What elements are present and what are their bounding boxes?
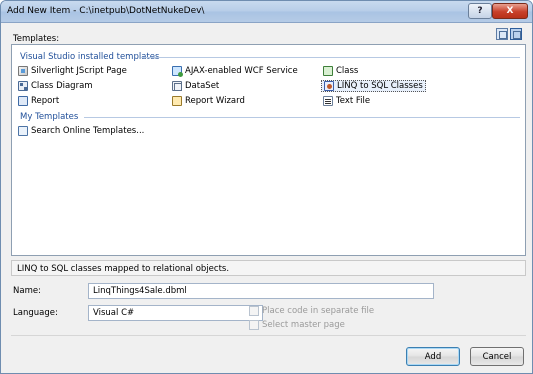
wcf-service-icon xyxy=(172,66,183,77)
help-button[interactable]: ? xyxy=(468,3,492,19)
add-new-item-dialog: Add New Item - C:\inetpub\DotNetNukeDev\… xyxy=(0,0,533,374)
template-label: Report xyxy=(31,96,60,106)
name-field[interactable]: LinqThings4Sale.dbml xyxy=(88,283,434,299)
jscript-page-icon xyxy=(18,66,28,76)
place-code-label: Place code in separate file xyxy=(262,306,375,316)
templates-label: Templates: xyxy=(13,34,60,44)
checkbox-box[interactable] xyxy=(249,306,259,316)
template-linq-to-sql-classes[interactable]: LINQ to SQL Classes xyxy=(321,80,426,92)
window-title: Add New Item - C:\inetpub\DotNetNukeDev\ xyxy=(7,6,205,16)
report-wizard-icon xyxy=(172,96,182,106)
select-master-page-checkbox[interactable]: Select master page xyxy=(249,320,345,330)
view-toggle xyxy=(496,28,522,40)
template-class[interactable]: Class xyxy=(321,65,360,77)
report-icon xyxy=(18,96,28,106)
text-file-icon xyxy=(323,96,333,106)
my-templates-header: My Templates xyxy=(20,112,79,122)
template-report-wizard[interactable]: Report Wizard xyxy=(170,95,247,107)
template-label: Search Online Templates... xyxy=(31,126,145,136)
template-label: Silverlight JScript Page xyxy=(31,66,127,76)
template-label: LINQ to SQL Classes xyxy=(337,81,423,91)
small-icons-view-icon[interactable] xyxy=(510,28,522,40)
template-label: AJAX-enabled WCF Service xyxy=(185,66,298,76)
language-value: Visual C# xyxy=(93,308,135,318)
place-code-checkbox[interactable]: Place code in separate file xyxy=(249,306,374,316)
template-label: Text File xyxy=(336,96,371,106)
template-label: Class xyxy=(336,66,359,76)
large-icons-view-icon[interactable] xyxy=(496,28,508,40)
template-label: Report Wizard xyxy=(185,96,245,106)
class-icon xyxy=(323,66,333,76)
linq-to-sql-icon xyxy=(324,81,334,91)
template-text-file[interactable]: Text File xyxy=(321,95,372,107)
group-divider xyxy=(142,57,520,58)
master-page-label: Select master page xyxy=(262,320,345,330)
class-diagram-icon xyxy=(18,81,28,91)
template-dataset[interactable]: DataSet xyxy=(170,80,221,92)
title-bar[interactable]: Add New Item - C:\inetpub\DotNetNukeDev\… xyxy=(1,1,532,23)
footer-divider xyxy=(11,335,526,336)
template-label: Class Diagram xyxy=(31,81,93,91)
template-description: LINQ to SQL classes mapped to relational… xyxy=(11,260,526,276)
templates-list[interactable]: Visual Studio installed templates Silver… xyxy=(11,44,526,256)
cancel-button[interactable]: Cancel xyxy=(470,347,524,366)
template-silverlight-jscript-page[interactable]: Silverlight JScript Page xyxy=(16,65,129,77)
language-select[interactable]: Visual C# ▼ xyxy=(88,305,263,321)
template-class-diagram[interactable]: Class Diagram xyxy=(16,80,95,92)
close-button[interactable]: X xyxy=(492,3,528,19)
search-online-icon xyxy=(18,126,28,136)
checkbox-box[interactable] xyxy=(249,320,259,330)
template-ajax-wcf-service[interactable]: AJAX-enabled WCF Service xyxy=(170,65,300,77)
template-report[interactable]: Report xyxy=(16,95,61,107)
name-label: Name: xyxy=(13,286,41,296)
language-label: Language: xyxy=(13,308,58,318)
group-divider xyxy=(84,117,520,118)
dataset-icon xyxy=(172,81,182,91)
template-label: DataSet xyxy=(185,81,220,91)
add-button[interactable]: Add xyxy=(406,347,460,366)
template-search-online[interactable]: Search Online Templates... xyxy=(16,125,146,137)
installed-templates-header: Visual Studio installed templates xyxy=(20,52,160,62)
